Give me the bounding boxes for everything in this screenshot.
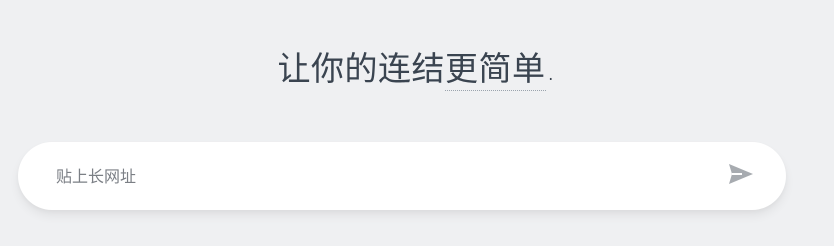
- url-input[interactable]: [56, 156, 696, 196]
- headline-prefix: 让你的连结: [277, 49, 445, 88]
- headline-suffix: .: [545, 49, 557, 88]
- submit-button[interactable]: [726, 162, 756, 190]
- url-input-card: [18, 142, 786, 210]
- headline: 让你的连结更简单.: [0, 48, 834, 91]
- headline-emphasis: 更简单: [445, 49, 546, 91]
- send-icon: [728, 163, 754, 189]
